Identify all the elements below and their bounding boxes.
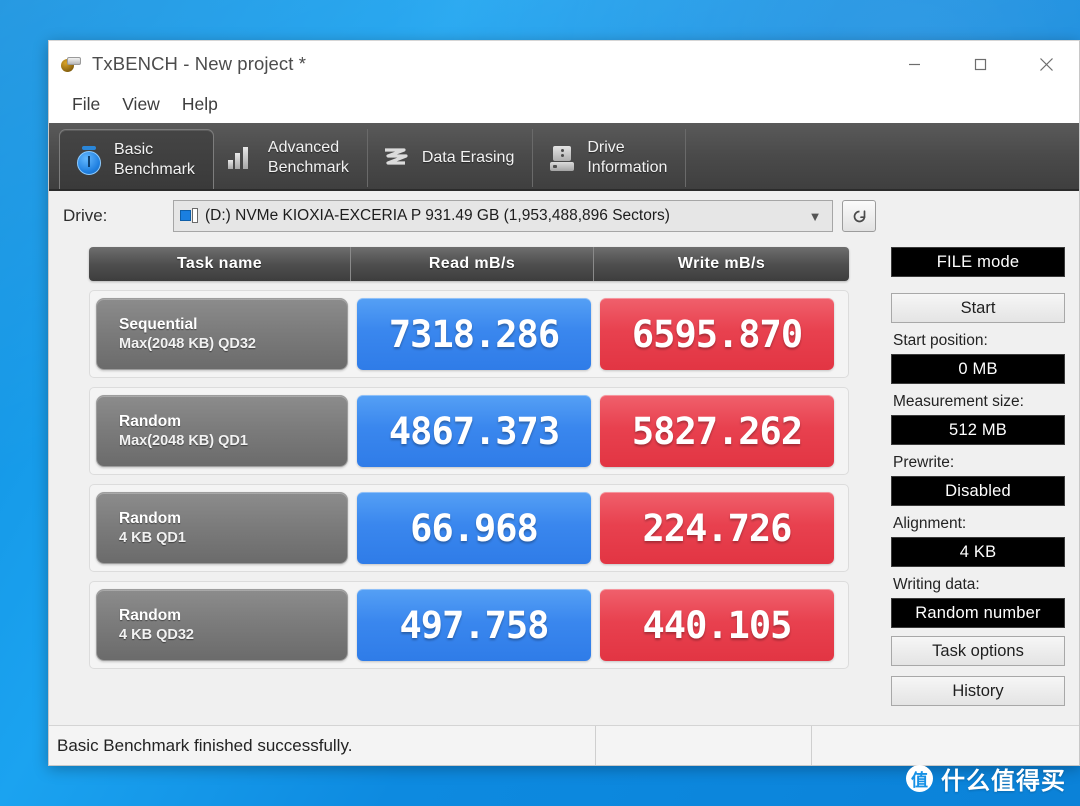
tab-label-basic-benchmark: Basic Benchmark	[114, 140, 195, 178]
table-row: Random 4 KB QD1 66.968 224.726	[89, 484, 849, 572]
table-row: Sequential Max(2048 KB) QD32 7318.286 65…	[89, 290, 849, 378]
status-segment-2	[595, 726, 811, 765]
hard-drive-icon	[547, 141, 577, 175]
eraser-icon	[382, 141, 412, 175]
column-header-write-mbs: Write mB/s	[677, 255, 766, 272]
file-mode-display[interactable]: FILE mode	[891, 247, 1065, 277]
task-button-random-max-qd1[interactable]: Random Max(2048 KB) QD1	[96, 395, 348, 467]
tab-advanced-benchmark[interactable]: Advanced Benchmark	[214, 129, 368, 187]
task-name-line1: Random	[119, 413, 181, 431]
tab-basic-benchmark[interactable]: Basic Benchmark	[59, 129, 214, 189]
maximize-icon[interactable]	[947, 41, 1013, 87]
read-value: 66.968	[357, 492, 591, 564]
status-segment-3	[811, 726, 1079, 765]
task-name-line1: Sequential	[119, 316, 198, 334]
minimize-icon[interactable]	[881, 41, 947, 87]
table-row: Random Max(2048 KB) QD1 4867.373 5827.26…	[89, 387, 849, 475]
drive-selection-row: Drive: (D:) NVMe KIOXIA-EXCERIA P 931.49…	[49, 191, 1079, 241]
tab-label-drive-information: Drive Information	[587, 139, 668, 176]
alignment-value[interactable]: 4 KB	[891, 537, 1065, 567]
stopwatch-icon	[74, 143, 104, 177]
task-name-line2: Max(2048 KB) QD1	[119, 432, 248, 449]
column-header-read-mbs: Read mB/s	[351, 247, 594, 281]
menu-item-file[interactable]: File	[61, 91, 111, 118]
task-name-line1: Random	[119, 510, 181, 528]
main-area: Task name Read mB/s Write mB/s Sequentia…	[49, 241, 1079, 725]
drive-device-icon	[180, 208, 199, 224]
drive-select-value: (D:) NVMe KIOXIA-EXCERIA P 931.49 GB (1,…	[205, 207, 670, 224]
task-name-line2: Max(2048 KB) QD32	[119, 335, 256, 352]
window-controls	[881, 41, 1079, 87]
start-button[interactable]: Start	[891, 293, 1065, 323]
task-name-line2: 4 KB QD32	[119, 626, 194, 643]
app-disc-icon	[60, 53, 82, 75]
write-value: 6595.870	[600, 298, 834, 370]
measurement-size-value[interactable]: 512 MB	[891, 415, 1065, 445]
drive-label: Drive:	[63, 206, 108, 225]
menu-item-view[interactable]: View	[111, 91, 171, 118]
tab-label-data-erasing: Data Erasing	[421, 149, 515, 166]
writing-data-label: Writing data:	[893, 576, 980, 593]
drive-select[interactable]: (D:) NVMe KIOXIA-EXCERIA P 931.49 GB (1,…	[173, 200, 833, 232]
task-options-button[interactable]: Task options	[891, 636, 1065, 666]
watermark-text: 什么值得买	[941, 767, 1066, 795]
watermark-badge-icon: 值	[906, 765, 933, 792]
write-value: 224.726	[600, 492, 834, 564]
table-row: Random 4 KB QD32 497.758 440.105	[89, 581, 849, 669]
tab-strip: Basic Benchmark Advanced Benchmark Data …	[49, 123, 1079, 191]
read-value: 7318.286	[357, 298, 591, 370]
results-panel: Task name Read mB/s Write mB/s Sequentia…	[49, 241, 883, 725]
read-value: 4867.373	[357, 395, 591, 467]
column-header-task-name: Task name	[89, 247, 351, 281]
read-value: 497.758	[357, 589, 591, 661]
prewrite-label: Prewrite:	[893, 454, 955, 471]
options-sidebar: FILE mode Start Start position: 0 MB Mea…	[883, 241, 1079, 725]
window-content: Drive: (D:) NVMe KIOXIA-EXCERIA P 931.49…	[49, 191, 1079, 765]
tab-label-advanced-benchmark: Advanced Benchmark	[267, 139, 349, 176]
history-button[interactable]: History	[891, 676, 1065, 706]
refresh-icon[interactable]	[842, 200, 876, 232]
prewrite-value[interactable]: Disabled	[891, 476, 1065, 506]
bar-chart-icon	[227, 141, 258, 175]
results-header-row: Task name Read mB/s Write mB/s	[89, 247, 849, 281]
start-position-value[interactable]: 0 MB	[891, 354, 1065, 384]
write-value: 440.105	[600, 589, 834, 661]
start-position-label: Start position:	[893, 332, 988, 349]
task-button-random-4kb-qd32[interactable]: Random 4 KB QD32	[96, 589, 348, 661]
writing-data-value[interactable]: Random number	[891, 598, 1065, 628]
alignment-label: Alignment:	[893, 515, 967, 532]
measurement-size-label: Measurement size:	[893, 393, 1024, 410]
close-icon[interactable]	[1013, 41, 1079, 87]
write-value: 5827.262	[600, 395, 834, 467]
task-name-line2: 4 KB QD1	[119, 529, 186, 546]
tab-drive-information[interactable]: Drive Information	[533, 129, 687, 187]
task-name-line1: Random	[119, 607, 181, 625]
window-title: TxBENCH - New project *	[92, 53, 307, 74]
tab-data-erasing[interactable]: Data Erasing	[368, 129, 534, 187]
chevron-down-icon[interactable]: ▼	[802, 209, 828, 224]
txbench-window: TxBENCH - New project * File View Help B…	[48, 40, 1080, 766]
task-button-sequential-qd32[interactable]: Sequential Max(2048 KB) QD32	[96, 298, 348, 370]
title-bar: TxBENCH - New project *	[49, 41, 1079, 87]
task-button-random-4kb-qd1[interactable]: Random 4 KB QD1	[96, 492, 348, 564]
menu-item-help[interactable]: Help	[171, 91, 229, 118]
watermark: 值 什么值得买	[906, 761, 1066, 796]
status-message: Basic Benchmark finished successfully.	[57, 735, 353, 755]
status-bar: Basic Benchmark finished successfully.	[49, 725, 1079, 765]
menu-bar: File View Help	[49, 87, 1079, 123]
